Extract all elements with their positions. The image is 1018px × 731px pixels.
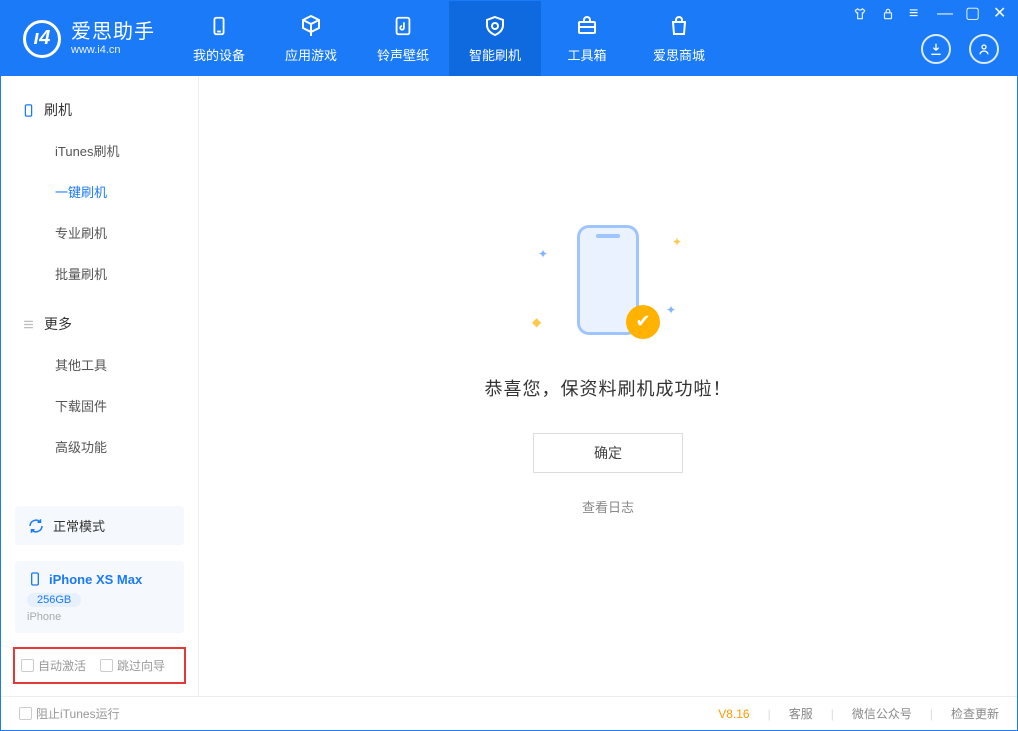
sidebar-item-batch-flash[interactable]: 批量刷机 xyxy=(1,253,198,294)
app-title: 爱思助手 xyxy=(71,20,155,44)
checkbox-skip-guide[interactable]: 跳过向导 xyxy=(100,657,165,674)
nav-label: 智能刷机 xyxy=(469,45,521,64)
view-log-link[interactable]: 查看日志 xyxy=(582,497,634,516)
check-badge-icon: ✔ xyxy=(626,305,660,339)
tshirt-icon[interactable] xyxy=(853,7,867,21)
nav-label: 爱思商城 xyxy=(653,45,705,64)
checkbox-icon xyxy=(19,707,32,720)
download-button[interactable] xyxy=(921,34,951,64)
sidebar-item-download-fw[interactable]: 下载固件 xyxy=(1,385,198,426)
lock-icon[interactable] xyxy=(881,7,895,21)
sparkle-icon: ◆ xyxy=(532,315,541,329)
divider: | xyxy=(768,707,771,721)
sparkle-icon: ✦ xyxy=(672,235,682,249)
sidebar-group-flash: 刷机 xyxy=(1,90,198,130)
sidebar-item-oneclick-flash[interactable]: 一键刷机 xyxy=(1,171,198,212)
nav-toolbox[interactable]: 工具箱 xyxy=(541,1,633,76)
close-icon[interactable]: ✕ xyxy=(993,7,1007,21)
refresh-icon xyxy=(27,517,45,535)
sidebar: 刷机 iTunes刷机 一键刷机 专业刷机 批量刷机 更多 其他工具 下载固件 … xyxy=(1,76,199,696)
checkbox-label: 阻止iTunes运行 xyxy=(36,705,120,722)
device-name: iPhone XS Max xyxy=(49,572,142,587)
divider: | xyxy=(831,707,834,721)
sidebar-item-pro-flash[interactable]: 专业刷机 xyxy=(1,212,198,253)
menu-icon[interactable]: ≡ xyxy=(909,7,923,21)
checkbox-label: 自动激活 xyxy=(38,657,86,674)
sidebar-item-itunes-flash[interactable]: iTunes刷机 xyxy=(1,130,198,171)
checkbox-label: 跳过向导 xyxy=(117,657,165,674)
mode-card[interactable]: 正常模式 xyxy=(15,506,184,545)
group-title: 刷机 xyxy=(44,100,72,120)
logo-icon: ı4 xyxy=(23,20,61,58)
app-site: www.i4.cn xyxy=(71,44,155,57)
header-actions xyxy=(921,34,999,64)
status-link-update[interactable]: 检查更新 xyxy=(951,705,999,722)
nav-label: 我的设备 xyxy=(193,45,245,64)
nav-store[interactable]: 爱思商城 xyxy=(633,1,725,76)
group-title: 更多 xyxy=(44,314,72,334)
ok-button[interactable]: 确定 xyxy=(533,433,683,473)
device-type: iPhone xyxy=(27,611,61,623)
top-nav: 我的设备 应用游戏 铃声壁纸 智能刷机 工具箱 爱思商城 xyxy=(173,1,725,76)
phone-icon xyxy=(206,13,232,39)
bottom-options-highlighted: 自动激活 跳过向导 xyxy=(13,647,186,684)
nav-my-device[interactable]: 我的设备 xyxy=(173,1,265,76)
toolbox-icon xyxy=(574,13,600,39)
menu-lines-icon xyxy=(21,317,36,332)
nav-label: 铃声壁纸 xyxy=(377,45,429,64)
maximize-icon[interactable]: ▢ xyxy=(965,7,979,21)
nav-apps-games[interactable]: 应用游戏 xyxy=(265,1,357,76)
body: 刷机 iTunes刷机 一键刷机 专业刷机 批量刷机 更多 其他工具 下载固件 … xyxy=(1,76,1017,696)
phone-small-icon xyxy=(27,571,43,587)
success-message: 恭喜您，保资料刷机成功啦！ xyxy=(485,375,732,401)
checkbox-icon xyxy=(21,659,34,672)
music-file-icon xyxy=(390,13,416,39)
version-text: V8.16 xyxy=(718,707,749,721)
titlebar: ı4 爱思助手 www.i4.cn 我的设备 应用游戏 铃声壁纸 智能刷机 xyxy=(1,1,1017,76)
main-panel: ✔ ✦ ✦ ◆ ✦ 恭喜您，保资料刷机成功啦！ 确定 查看日志 xyxy=(199,76,1017,696)
sidebar-group-more: 更多 xyxy=(1,304,198,344)
status-link-service[interactable]: 客服 xyxy=(789,705,813,722)
nav-ringtones[interactable]: 铃声壁纸 xyxy=(357,1,449,76)
status-link-wechat[interactable]: 微信公众号 xyxy=(852,705,912,722)
divider: | xyxy=(930,707,933,721)
app-window: ı4 爱思助手 www.i4.cn 我的设备 应用游戏 铃声壁纸 智能刷机 xyxy=(0,0,1018,731)
checkbox-icon xyxy=(100,659,113,672)
cube-icon xyxy=(298,13,324,39)
nav-smart-flash[interactable]: 智能刷机 xyxy=(449,1,541,76)
device-storage: 256GB xyxy=(27,593,81,607)
device-icon xyxy=(21,103,36,118)
sparkle-icon: ✦ xyxy=(666,303,676,317)
success-illustration: ✔ ✦ ✦ ◆ ✦ xyxy=(528,217,688,357)
app-logo: ı4 爱思助手 www.i4.cn xyxy=(1,1,173,76)
checkbox-block-itunes[interactable]: 阻止iTunes运行 xyxy=(19,705,120,722)
minimize-icon[interactable]: — xyxy=(937,7,951,21)
sparkle-icon: ✦ xyxy=(538,247,548,261)
statusbar: 阻止iTunes运行 V8.16 | 客服 | 微信公众号 | 检查更新 xyxy=(1,696,1017,730)
user-button[interactable] xyxy=(969,34,999,64)
bag-icon xyxy=(666,13,692,39)
nav-label: 应用游戏 xyxy=(285,45,337,64)
sidebar-item-other-tools[interactable]: 其他工具 xyxy=(1,344,198,385)
device-card[interactable]: iPhone XS Max 256GB iPhone xyxy=(15,561,184,633)
mode-label: 正常模式 xyxy=(53,516,105,535)
nav-label: 工具箱 xyxy=(567,45,606,64)
sidebar-item-advanced[interactable]: 高级功能 xyxy=(1,426,198,467)
shield-refresh-icon xyxy=(482,13,508,39)
window-controls: ≡ — ▢ ✕ xyxy=(853,7,1007,21)
checkbox-auto-activate[interactable]: 自动激活 xyxy=(21,657,86,674)
